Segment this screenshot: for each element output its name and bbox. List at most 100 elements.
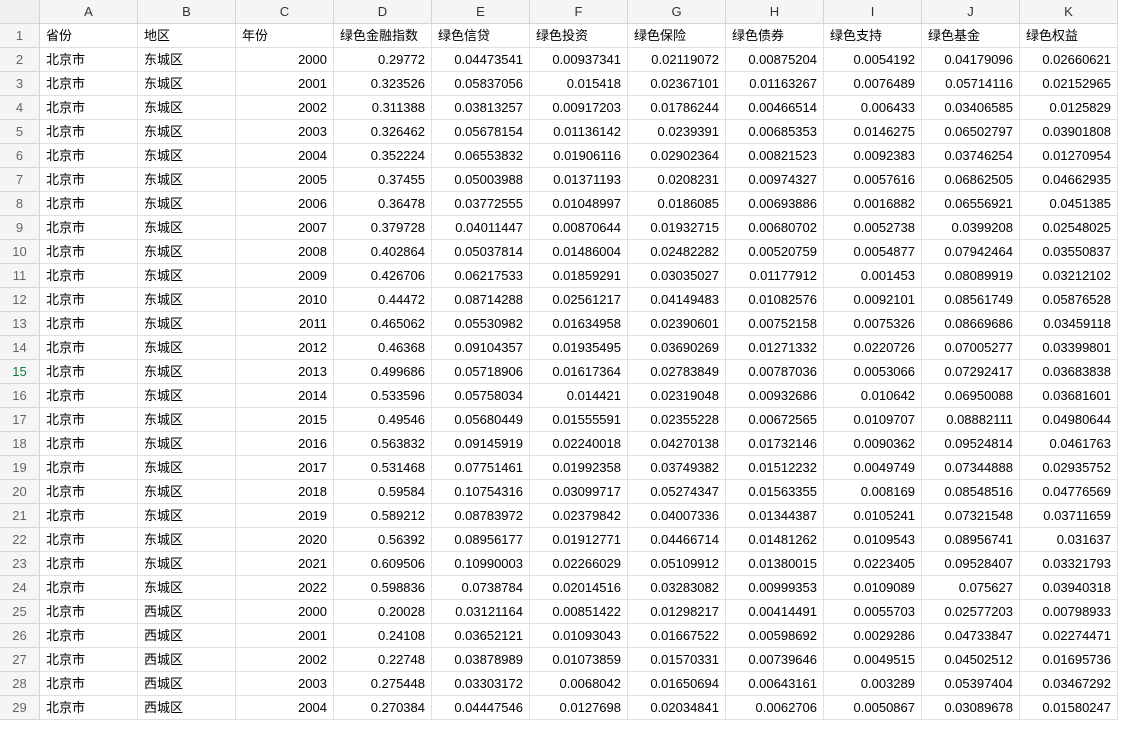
row-header-27[interactable]: 27 <box>0 648 40 672</box>
corner-select-all[interactable] <box>0 0 40 24</box>
cell-value: 0.0109089 <box>824 576 922 600</box>
cell-value: 0.02274471 <box>1020 624 1118 648</box>
cell-value: 0.06862505 <box>922 168 1020 192</box>
cell-province: 北京市 <box>40 216 138 240</box>
cell-value: 0.03878989 <box>432 648 530 672</box>
cell-value: 0.36478 <box>334 192 432 216</box>
cell-year: 2004 <box>236 696 334 720</box>
cell-value: 0.0738784 <box>432 576 530 600</box>
cell-province: 北京市 <box>40 144 138 168</box>
cell-province: 北京市 <box>40 48 138 72</box>
row-header-18[interactable]: 18 <box>0 432 40 456</box>
row-header-11[interactable]: 11 <box>0 264 40 288</box>
col-header-A[interactable]: A <box>40 0 138 24</box>
cell-value: 0.0057616 <box>824 168 922 192</box>
col-header-I[interactable]: I <box>824 0 922 24</box>
cell-value: 0.04776569 <box>1020 480 1118 504</box>
cell-province: 北京市 <box>40 672 138 696</box>
cell-value: 0.01563355 <box>726 480 824 504</box>
row-header-2[interactable]: 2 <box>0 48 40 72</box>
col-header-K[interactable]: K <box>1020 0 1118 24</box>
col-header-H[interactable]: H <box>726 0 824 24</box>
cell-value: 0.01992358 <box>530 456 628 480</box>
header-cell: 省份 <box>40 24 138 48</box>
row-header-28[interactable]: 28 <box>0 672 40 696</box>
row-header-6[interactable]: 6 <box>0 144 40 168</box>
row-header-5[interactable]: 5 <box>0 120 40 144</box>
row-header-7[interactable]: 7 <box>0 168 40 192</box>
cell-value: 0.05037814 <box>432 240 530 264</box>
cell-province: 北京市 <box>40 312 138 336</box>
cell-value: 0.0461763 <box>1020 432 1118 456</box>
row-header-23[interactable]: 23 <box>0 552 40 576</box>
cell-value: 0.03321793 <box>1020 552 1118 576</box>
cell-value: 0.08882111 <box>922 408 1020 432</box>
col-header-D[interactable]: D <box>334 0 432 24</box>
col-header-F[interactable]: F <box>530 0 628 24</box>
cell-year: 2003 <box>236 672 334 696</box>
cell-value: 0.04466714 <box>628 528 726 552</box>
cell-year: 2009 <box>236 264 334 288</box>
row-header-25[interactable]: 25 <box>0 600 40 624</box>
cell-value: 0.05397404 <box>922 672 1020 696</box>
row-header-20[interactable]: 20 <box>0 480 40 504</box>
row-header-22[interactable]: 22 <box>0 528 40 552</box>
row-header-10[interactable]: 10 <box>0 240 40 264</box>
cell-value: 0.08669686 <box>922 312 1020 336</box>
spreadsheet-grid[interactable]: ABCDEFGHIJK1省份地区年份绿色金融指数绿色信贷绿色投资绿色保险绿色债券… <box>0 0 1124 720</box>
cell-value: 0.00974327 <box>726 168 824 192</box>
cell-value: 0.29772 <box>334 48 432 72</box>
row-header-14[interactable]: 14 <box>0 336 40 360</box>
cell-value: 0.008169 <box>824 480 922 504</box>
row-header-13[interactable]: 13 <box>0 312 40 336</box>
cell-value: 0.05530982 <box>432 312 530 336</box>
row-header-9[interactable]: 9 <box>0 216 40 240</box>
cell-value: 0.02367101 <box>628 72 726 96</box>
row-header-16[interactable]: 16 <box>0 384 40 408</box>
row-header-12[interactable]: 12 <box>0 288 40 312</box>
row-header-4[interactable]: 4 <box>0 96 40 120</box>
cell-value: 0.22748 <box>334 648 432 672</box>
cell-value: 0.04149483 <box>628 288 726 312</box>
cell-year: 2019 <box>236 504 334 528</box>
cell-year: 2005 <box>236 168 334 192</box>
cell-value: 0.01695736 <box>1020 648 1118 672</box>
cell-value: 0.00414491 <box>726 600 824 624</box>
cell-value: 0.01163267 <box>726 72 824 96</box>
cell-district: 西城区 <box>138 648 236 672</box>
cell-value: 0.03406585 <box>922 96 1020 120</box>
cell-value: 0.02548025 <box>1020 216 1118 240</box>
cell-value: 0.05837056 <box>432 72 530 96</box>
row-header-19[interactable]: 19 <box>0 456 40 480</box>
row-header-26[interactable]: 26 <box>0 624 40 648</box>
row-header-1[interactable]: 1 <box>0 24 40 48</box>
row-header-15[interactable]: 15 <box>0 360 40 384</box>
row-header-17[interactable]: 17 <box>0 408 40 432</box>
row-header-24[interactable]: 24 <box>0 576 40 600</box>
cell-value: 0.00851422 <box>530 600 628 624</box>
col-header-E[interactable]: E <box>432 0 530 24</box>
cell-value: 0.02561217 <box>530 288 628 312</box>
cell-district: 东城区 <box>138 408 236 432</box>
cell-value: 0.402864 <box>334 240 432 264</box>
cell-value: 0.0186085 <box>628 192 726 216</box>
row-header-3[interactable]: 3 <box>0 72 40 96</box>
col-header-G[interactable]: G <box>628 0 726 24</box>
col-header-C[interactable]: C <box>236 0 334 24</box>
col-header-J[interactable]: J <box>922 0 1020 24</box>
header-cell: 绿色信贷 <box>432 24 530 48</box>
cell-value: 0.06553832 <box>432 144 530 168</box>
cell-value: 0.0109543 <box>824 528 922 552</box>
cell-value: 0.0049749 <box>824 456 922 480</box>
row-header-29[interactable]: 29 <box>0 696 40 720</box>
cell-province: 北京市 <box>40 336 138 360</box>
cell-value: 0.533596 <box>334 384 432 408</box>
cell-value: 0.563832 <box>334 432 432 456</box>
cell-value: 0.05678154 <box>432 120 530 144</box>
row-header-8[interactable]: 8 <box>0 192 40 216</box>
row-header-21[interactable]: 21 <box>0 504 40 528</box>
cell-value: 0.02266029 <box>530 552 628 576</box>
col-header-B[interactable]: B <box>138 0 236 24</box>
header-cell: 绿色金融指数 <box>334 24 432 48</box>
cell-value: 0.05109912 <box>628 552 726 576</box>
